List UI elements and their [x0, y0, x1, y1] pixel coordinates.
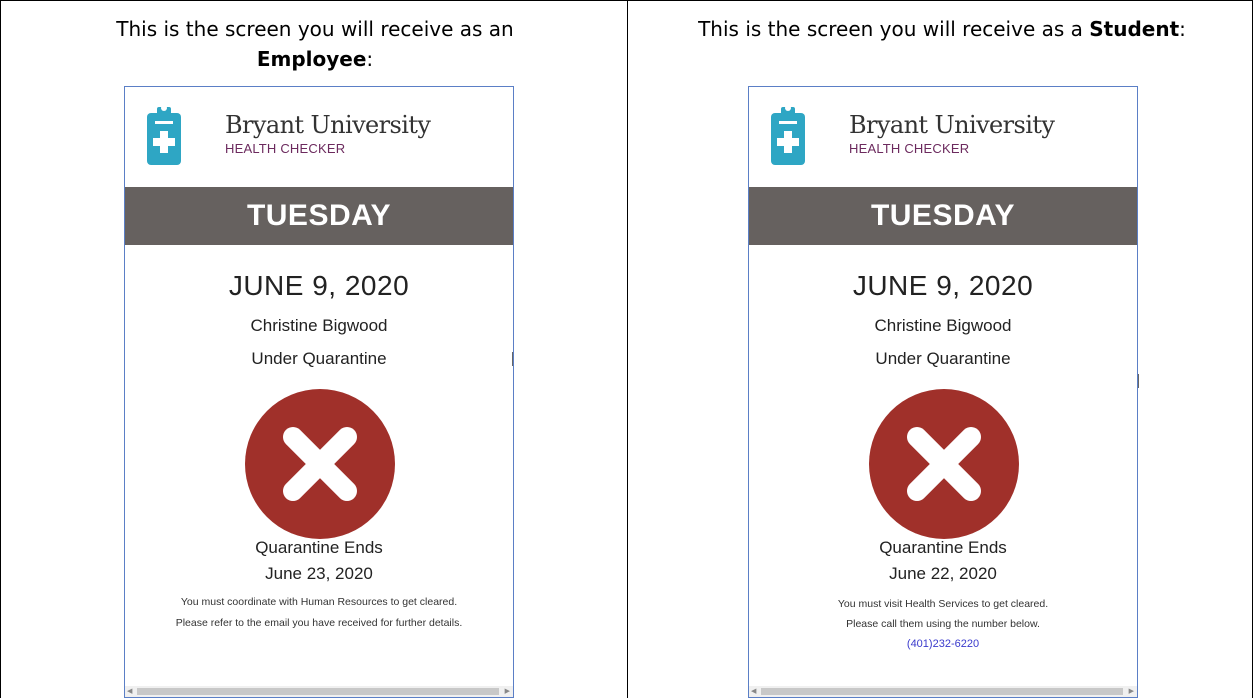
date-heading: JUNE 9, 2020	[228, 270, 410, 301]
scrollbar-thumb[interactable]	[761, 688, 1123, 695]
day-banner: TUESDAY	[749, 187, 1137, 245]
horizontal-scrollbar[interactable]: ◀ ▶	[125, 686, 513, 697]
scroll-right-arrow-icon[interactable]: ▶	[1129, 687, 1134, 696]
x-circle-icon	[869, 389, 1019, 539]
caption-employee-text: This is the screen you will receive as a…	[116, 17, 514, 41]
instruction-line-2: Please call them using the number below.	[846, 618, 1040, 630]
brand-subtitle: HEALTH CHECKER	[225, 141, 346, 156]
clipboard-plus-icon	[771, 105, 805, 165]
instruction-line-1: You must visit Health Services to get cl…	[837, 598, 1049, 610]
employee-screen: Bryant University HEALTH CHECKER TUESDAY…	[124, 86, 514, 698]
caption-student-bold: Student	[1089, 17, 1180, 41]
quarantine-ends-label: Quarantine Ends	[255, 538, 383, 557]
clipboard-plus-icon	[147, 105, 181, 165]
instruction-line-2: Please refer to the email you have recei…	[175, 617, 463, 629]
health-services-phone-link[interactable]: (401)232-6220	[749, 638, 1137, 650]
x-circle-icon	[245, 389, 395, 539]
side-scroll-marker	[512, 352, 513, 366]
table-border-left	[0, 0, 1, 698]
day-banner: TUESDAY	[125, 187, 513, 245]
person-name: Christine Bigwood	[250, 316, 388, 335]
caption-employee-colon: :	[366, 47, 374, 71]
quarantine-ends-date: June 23, 2020	[265, 564, 373, 583]
instruction-line-1: You must coordinate with Human Resources…	[180, 596, 458, 608]
date-heading: JUNE 9, 2020	[852, 270, 1034, 301]
scroll-left-arrow-icon[interactable]: ◀	[751, 687, 756, 696]
scroll-left-arrow-icon[interactable]: ◀	[127, 687, 132, 696]
caption-employee-bold: Employee	[256, 47, 367, 71]
brand-subtitle: HEALTH CHECKER	[849, 141, 970, 156]
student-screen: Bryant University HEALTH CHECKER TUESDAY…	[748, 86, 1138, 698]
status-text: Under Quarantine	[875, 349, 1011, 368]
table-divider	[627, 0, 628, 698]
scroll-right-arrow-icon[interactable]: ▶	[505, 687, 510, 696]
app-header: Bryant University HEALTH CHECKER	[125, 87, 513, 189]
caption-student-text: This is the screen you will receive as a	[698, 17, 1090, 41]
caption-student-colon: :	[1179, 17, 1186, 41]
status-text: Under Quarantine	[251, 349, 387, 368]
caption-employee: This is the screen you will receive as a…	[60, 14, 570, 74]
app-header: Bryant University HEALTH CHECKER	[749, 87, 1137, 189]
caption-student: This is the screen you will receive as a…	[632, 14, 1252, 44]
side-scroll-marker	[1138, 374, 1139, 388]
person-name: Christine Bigwood	[874, 316, 1012, 335]
brand-name: Bryant University	[849, 111, 1055, 139]
scrollbar-thumb[interactable]	[137, 688, 499, 695]
quarantine-ends-label: Quarantine Ends	[879, 538, 1007, 557]
quarantine-ends-date: June 22, 2020	[889, 564, 997, 583]
brand-name: Bryant University	[225, 111, 431, 139]
horizontal-scrollbar[interactable]: ◀ ▶	[749, 686, 1137, 697]
